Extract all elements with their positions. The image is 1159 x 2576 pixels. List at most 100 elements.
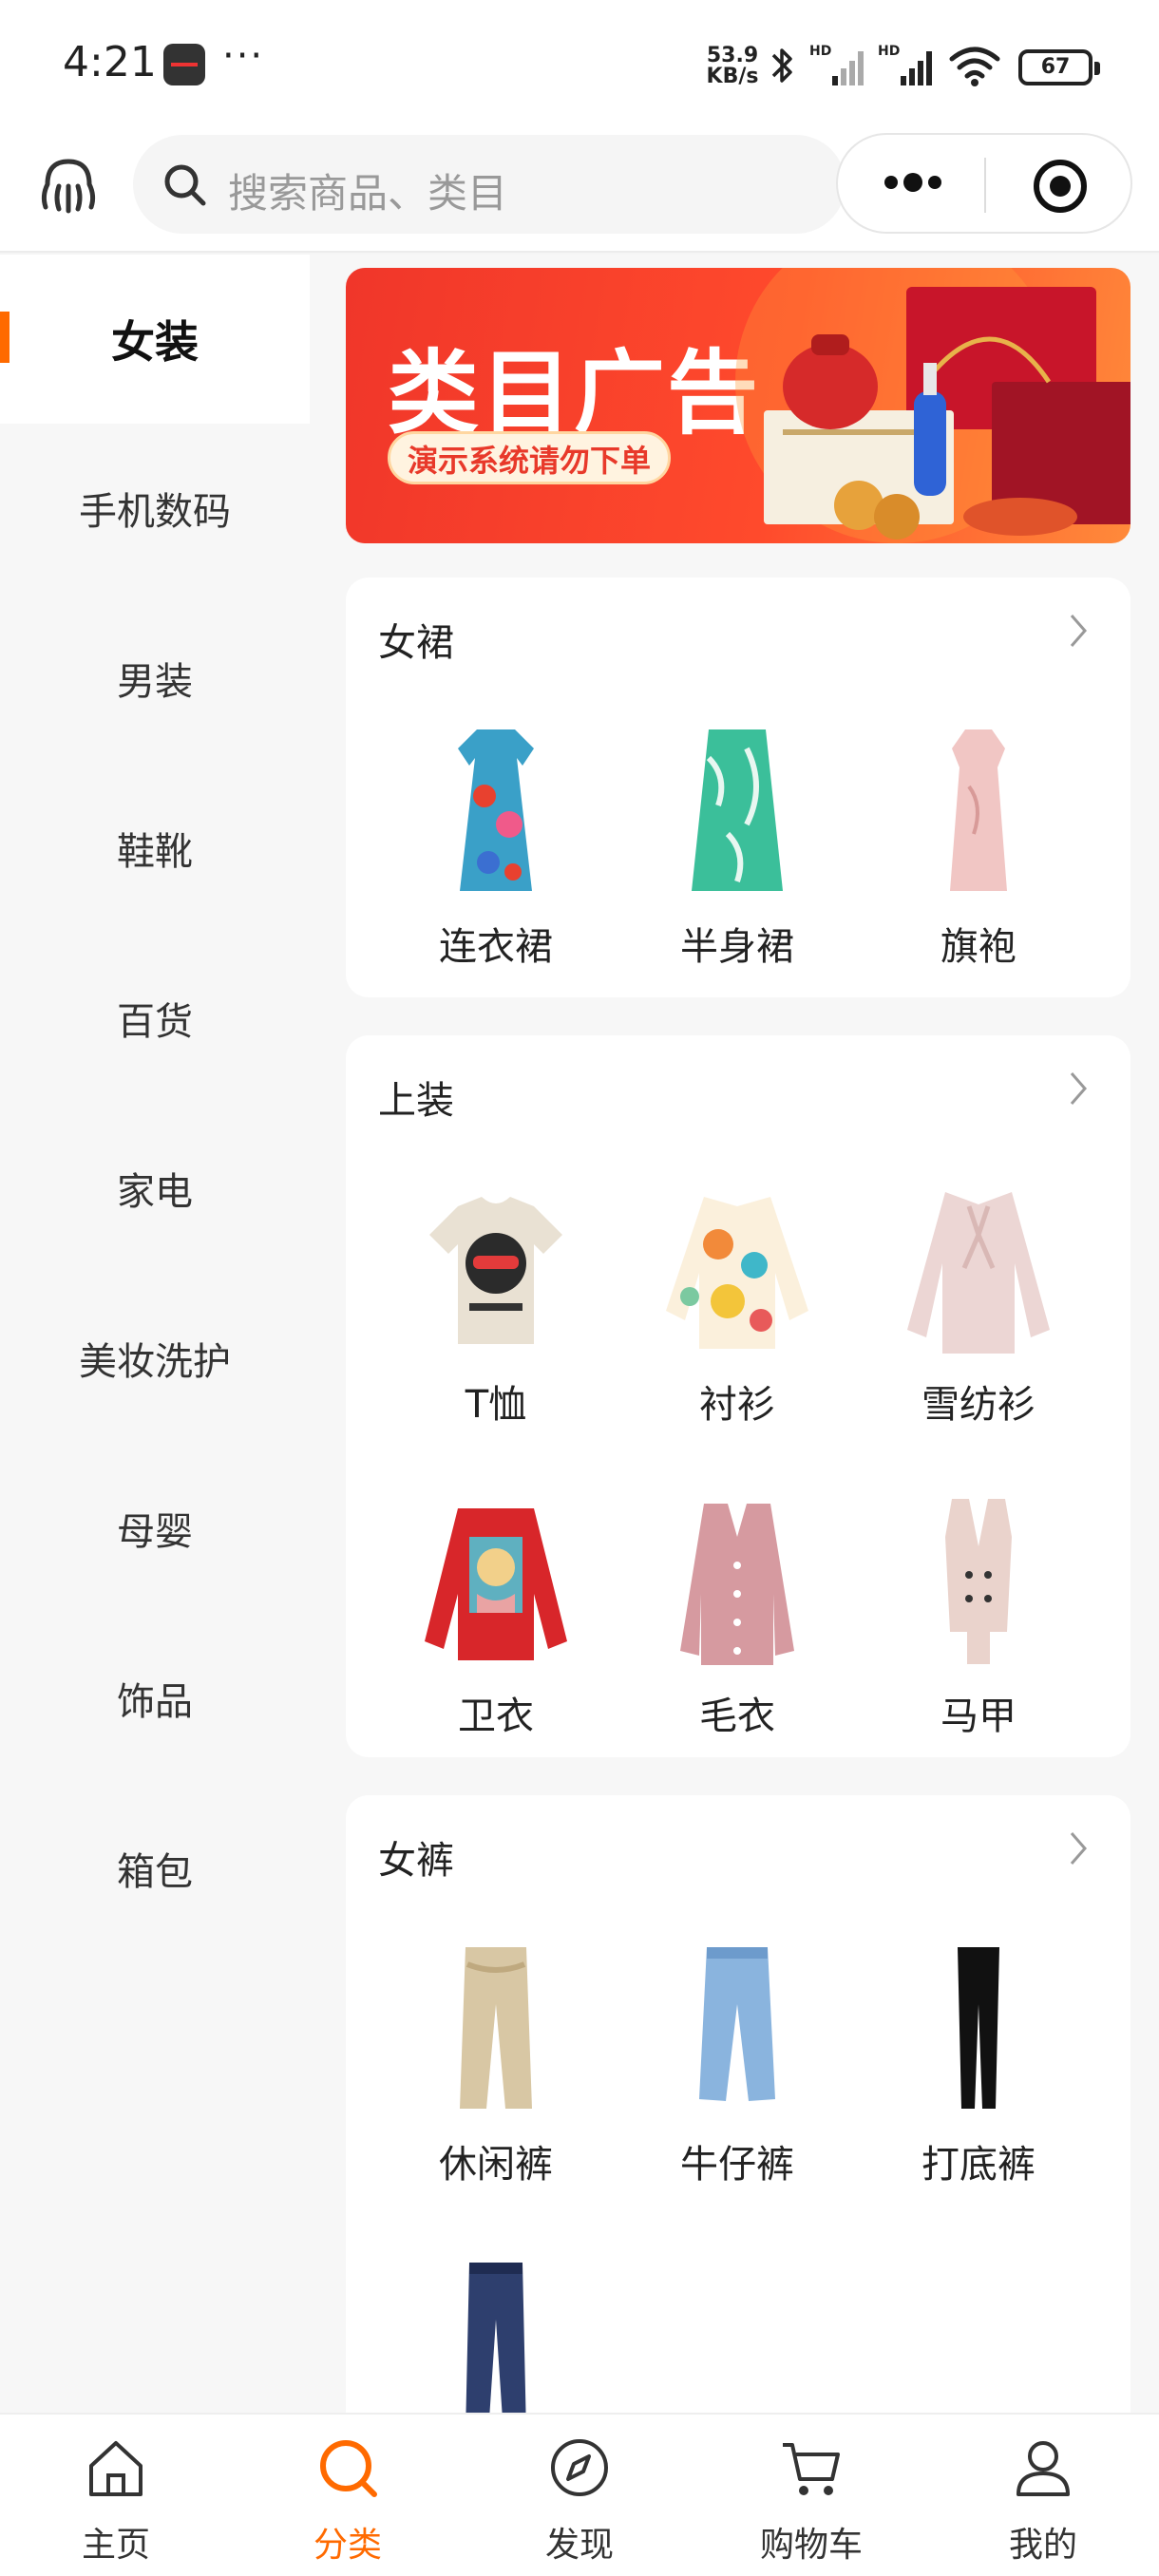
sidebar-item-accessories[interactable]: 饰品 (0, 1614, 310, 1783)
section-title: 女裙 (378, 621, 454, 665)
sidebar-item-label: 美妆洗护 (79, 1340, 231, 1384)
sidebar-item-mens-clothing[interactable]: 男装 (0, 594, 310, 763)
section-title: 上装 (378, 1079, 454, 1123)
octopus-logo-icon[interactable] (34, 152, 103, 220)
product-label: T恤 (465, 1383, 527, 1427)
more-dots-icon[interactable] (880, 163, 946, 201)
skirt-image (692, 729, 783, 891)
svg-text:HD: HD (878, 44, 900, 59)
tab-discover[interactable]: 发现 (464, 2415, 695, 2576)
sidebar-item-label: 百货 (117, 1000, 193, 1044)
tab-profile[interactable]: 我的 (927, 2415, 1159, 2576)
product-category-qipao[interactable]: 旗袍 (864, 720, 1092, 969)
battery-icon: 67 (1018, 49, 1100, 85)
sidebar-item-label: 男装 (117, 660, 193, 704)
status-bar: 4:21 ··· 53.9 KB/s HD HD 67 (0, 0, 1159, 129)
vest-image (945, 1499, 1012, 1664)
casual-pants-image (460, 1947, 532, 2109)
tab-category[interactable]: 分类 (232, 2415, 464, 2576)
hoodie-image (425, 1508, 567, 1660)
category-ad-banner[interactable]: 类目广告 演示系统请勿下单 (346, 268, 1130, 543)
jeans-image (699, 1947, 775, 2101)
tab-label: 分类 (313, 2526, 382, 2565)
product-label: 卫衣 (458, 1695, 534, 1738)
status-more: ··· (222, 34, 265, 78)
product-category-vest[interactable]: 马甲 (864, 1489, 1092, 1738)
tab-label: 购物车 (759, 2526, 863, 2565)
section-card-pants: 女裤 休闲裤 牛仔裤 打底裤 (346, 1795, 1130, 2413)
product-label: 衬衫 (699, 1383, 775, 1427)
net-speed-unit: KB/s (706, 65, 759, 88)
hd-signal-icon: HD (809, 44, 864, 85)
section-card-skirts: 女裙 连衣裙 半身裙 旗袍 (346, 578, 1130, 997)
product-label: 旗袍 (940, 925, 1016, 969)
compass-icon (551, 2439, 608, 2496)
product-category-tshirt[interactable]: T恤 (382, 1178, 610, 1427)
qipao-image (950, 729, 1007, 891)
product-category-jeans[interactable]: 牛仔裤 (623, 1938, 851, 2187)
tab-home[interactable]: 主页 (0, 2415, 232, 2576)
sidebar-item-general-goods[interactable]: 百货 (0, 934, 310, 1103)
sidebar-item-label: 鞋靴 (117, 830, 193, 874)
search-icon (164, 164, 206, 206)
net-speed: 53.9 KB/s (703, 46, 762, 87)
product-label: 打底裤 (922, 2143, 1036, 2187)
cart-icon (783, 2443, 840, 2495)
sidebar-item-label: 母婴 (117, 1510, 193, 1554)
search-header: 搜索商品、类目 (0, 129, 1159, 253)
dress-image (458, 729, 534, 891)
sidebar-item-label: 饰品 (117, 1680, 193, 1724)
search-category-icon (320, 2440, 377, 2497)
search-placeholder: 搜索商品、类目 (228, 170, 508, 217)
product-category-shirt[interactable]: 衬衫 (623, 1178, 851, 1427)
product-label: 休闲裤 (439, 2143, 553, 2187)
sidebar-item-label: 箱包 (117, 1850, 193, 1894)
search-input[interactable]: 搜索商品、类目 (133, 135, 846, 234)
bluetooth-icon (771, 48, 792, 83)
shirt-image (666, 1197, 808, 1349)
sidebar-item-beauty[interactable]: 美妆洗护 (0, 1274, 310, 1443)
app-notification-icon (163, 44, 205, 85)
chevron-right-icon[interactable] (1064, 610, 1092, 652)
product-label: 牛仔裤 (680, 2143, 794, 2187)
product-category-leggings[interactable]: 打底裤 (864, 1938, 1092, 2187)
sweater-image (680, 1504, 794, 1665)
product-category-sweater[interactable]: 毛衣 (623, 1489, 851, 1738)
product-category-hoodie[interactable]: 卫衣 (382, 1489, 610, 1738)
chiffon-blouse-image (907, 1192, 1050, 1354)
user-icon (1016, 2441, 1070, 2496)
status-time: 4:21 (63, 38, 157, 86)
category-sidebar: 女装 手机数码 男装 鞋靴 百货 家电 美妆洗护 母婴 饰品 箱包 (0, 255, 310, 2413)
product-category-dress[interactable]: 连衣裙 (382, 720, 610, 969)
trousers-image (466, 2263, 526, 2413)
hd-signal-icon: HD (878, 44, 932, 85)
home-icon (89, 2441, 142, 2496)
product-category-chiffon[interactable]: 雪纺衫 (864, 1178, 1092, 1427)
product-label: 雪纺衫 (922, 1383, 1036, 1427)
category-content: 类目广告 演示系统请勿下单 女裙 连衣裙 半身裙 旗袍 上装 T恤 衬衫 雪纺衫… (310, 255, 1159, 2413)
section-card-tops: 上装 T恤 衬衫 雪纺衫 卫衣 毛衣 马甲 (346, 1035, 1130, 1757)
leggings-image (958, 1947, 999, 2109)
bottom-tab-bar: 主页 分类 发现 购物车 我的 (0, 2413, 1159, 2576)
sidebar-item-phones-digital[interactable]: 手机数码 (0, 424, 310, 593)
tab-label: 主页 (81, 2526, 150, 2565)
tab-label: 我的 (1008, 2526, 1077, 2565)
sidebar-item-bags[interactable]: 箱包 (0, 1784, 310, 1953)
section-title: 女裤 (378, 1839, 454, 1883)
tab-cart[interactable]: 购物车 (695, 2415, 927, 2576)
sidebar-item-shoes[interactable]: 鞋靴 (0, 764, 310, 933)
product-category-casual-pants[interactable]: 休闲裤 (382, 1938, 610, 2187)
tshirt-image (429, 1197, 562, 1344)
product-label: 连衣裙 (439, 925, 553, 969)
sidebar-item-womens-clothing[interactable]: 女装 (0, 255, 310, 424)
chevron-right-icon[interactable] (1064, 1828, 1092, 1869)
sidebar-item-baby[interactable]: 母婴 (0, 1444, 310, 1613)
target-close-icon[interactable] (1032, 158, 1089, 215)
chevron-right-icon[interactable] (1064, 1068, 1092, 1109)
sidebar-item-appliances[interactable]: 家电 (0, 1104, 310, 1273)
sidebar-item-label: 家电 (117, 1170, 193, 1214)
product-label: 马甲 (940, 1695, 1016, 1738)
product-category-skirt[interactable]: 半身裙 (623, 720, 851, 969)
banner-subtitle: 演示系统请勿下单 (388, 431, 672, 484)
product-category-trousers[interactable] (382, 2253, 610, 2413)
